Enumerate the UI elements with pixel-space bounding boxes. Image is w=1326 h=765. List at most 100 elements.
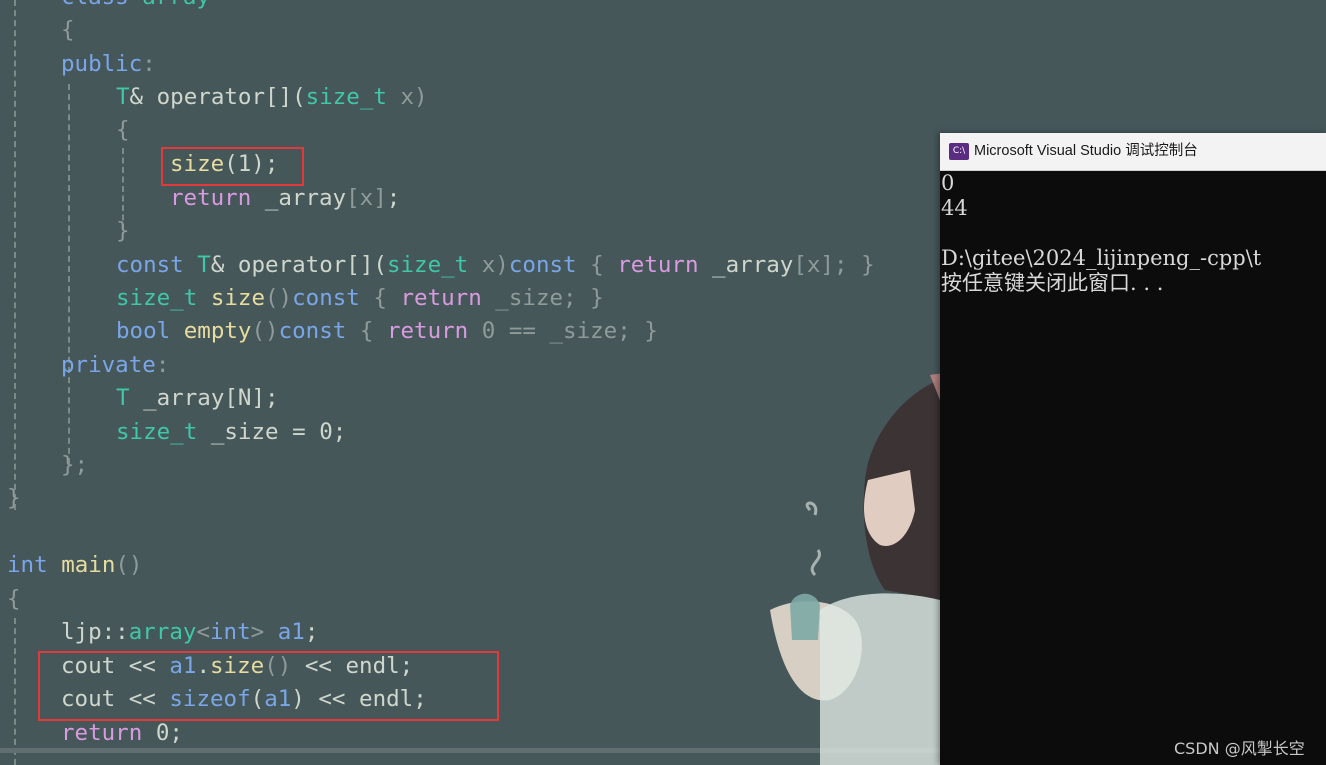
indent-guide bbox=[14, 0, 16, 510]
code-token: { bbox=[576, 252, 618, 278]
code-token: size_t bbox=[116, 419, 198, 445]
code-token: _size; } bbox=[481, 285, 604, 311]
code-token: const bbox=[278, 318, 347, 344]
indent-guide bbox=[68, 84, 70, 464]
code-token: size_t bbox=[386, 252, 469, 278]
code-token: size_t bbox=[116, 285, 198, 311]
console-titlebar[interactable]: C:\ Microsoft Visual Studio 调试控制台 bbox=[940, 133, 1326, 171]
indent-guide bbox=[14, 618, 16, 765]
console-output-line: D:\gitee\2024_lijinpeng_-cpp\t bbox=[941, 246, 1262, 270]
code-token: array bbox=[128, 619, 197, 645]
code-token: return bbox=[61, 720, 143, 746]
code-line[interactable]: { bbox=[116, 114, 130, 147]
code-line[interactable]: int main() bbox=[7, 549, 142, 582]
code-token: > bbox=[250, 619, 278, 645]
code-token: & operator[]( bbox=[129, 84, 306, 110]
code-token: class bbox=[61, 0, 129, 10]
code-token: empty bbox=[183, 318, 252, 344]
code-line[interactable]: public: bbox=[61, 48, 156, 81]
code-token: return bbox=[170, 185, 252, 211]
code-token: T bbox=[197, 252, 211, 278]
console-output-line: 44 bbox=[941, 196, 968, 220]
code-token: const bbox=[116, 252, 184, 278]
highlight-box-cout-lines bbox=[38, 651, 499, 721]
code-token: main bbox=[61, 552, 116, 578]
code-token: _array bbox=[698, 252, 794, 278]
code-token: return bbox=[400, 285, 482, 311]
visual-studio-console-icon: C:\ bbox=[949, 143, 969, 160]
anime-girl-illustration bbox=[770, 373, 940, 765]
code-line[interactable]: class array bbox=[61, 0, 210, 14]
code-line[interactable]: { bbox=[61, 14, 75, 47]
csdn-watermark: CSDN @风掣长空 bbox=[1174, 739, 1305, 758]
code-token: & operator[]( bbox=[210, 252, 387, 278]
console-title: Microsoft Visual Studio 调试控制台 bbox=[974, 143, 1198, 159]
code-token: size bbox=[210, 285, 266, 311]
code-line[interactable]: T _array[N]; bbox=[116, 382, 279, 415]
code-token: [x] bbox=[793, 252, 834, 278]
code-token: x) bbox=[386, 84, 428, 110]
code-token: ; bbox=[304, 619, 319, 645]
console-output-line: 0 bbox=[941, 171, 955, 195]
code-token: { bbox=[116, 117, 130, 143]
code-token: }; bbox=[61, 452, 89, 478]
code-token: return bbox=[386, 318, 469, 344]
code-token: 0 == _size; } bbox=[468, 318, 658, 344]
code-token: [x] bbox=[346, 185, 387, 211]
code-token: () bbox=[251, 318, 279, 344]
code-token: T bbox=[116, 385, 130, 411]
code-token: { bbox=[61, 17, 75, 43]
code-token: < bbox=[196, 619, 211, 645]
code-token: const bbox=[508, 252, 577, 278]
code-line[interactable]: } bbox=[116, 215, 130, 248]
code-token: 0; bbox=[142, 720, 183, 746]
code-token: { bbox=[7, 586, 21, 612]
code-token: { bbox=[359, 285, 401, 311]
code-token: x) bbox=[468, 252, 509, 278]
code-line[interactable]: size_t size()const { return _size; } bbox=[116, 282, 604, 315]
code-line[interactable]: private: bbox=[61, 349, 169, 382]
code-token: _size = 0; bbox=[197, 419, 347, 445]
code-line[interactable]: size_t _size = 0; bbox=[116, 416, 346, 449]
code-token: _array[N]; bbox=[129, 385, 279, 411]
code-token: public bbox=[61, 51, 143, 77]
code-line[interactable]: }; bbox=[61, 449, 88, 482]
code-token: () bbox=[115, 552, 143, 578]
code-token: { bbox=[346, 318, 387, 344]
code-token: const bbox=[292, 285, 360, 311]
code-token: } bbox=[7, 485, 21, 511]
code-token: ljp:: bbox=[61, 619, 129, 645]
code-token: ; bbox=[386, 185, 401, 211]
debug-console-window[interactable]: C:\ Microsoft Visual Studio 调试控制台 0 44 D… bbox=[940, 133, 1326, 765]
code-token: bool bbox=[116, 318, 171, 344]
code-token: size_t bbox=[305, 84, 387, 110]
console-output-line: 按任意键关闭此窗口. . . bbox=[941, 271, 1164, 295]
code-line[interactable]: bool empty()const { return 0 == _size; } bbox=[116, 315, 658, 348]
code-line[interactable]: } bbox=[7, 482, 21, 515]
code-token: T bbox=[116, 84, 130, 110]
code-line[interactable]: const T& operator[](size_t x)const { ret… bbox=[116, 249, 875, 282]
code-token: : bbox=[155, 352, 170, 378]
code-token: array bbox=[142, 0, 210, 10]
code-token: private bbox=[61, 352, 156, 378]
code-token: } bbox=[116, 218, 130, 244]
code-line[interactable]: return _array[x]; bbox=[170, 182, 400, 215]
code-token: ; } bbox=[833, 252, 875, 278]
code-token: : bbox=[142, 51, 156, 77]
code-line[interactable]: T& operator[](size_t x) bbox=[116, 81, 428, 114]
code-token: _array bbox=[251, 185, 347, 211]
code-token: int bbox=[7, 552, 48, 578]
code-line[interactable]: { bbox=[7, 583, 21, 616]
code-line[interactable]: return 0; bbox=[61, 717, 183, 750]
code-token: a1 bbox=[277, 619, 305, 645]
highlight-box-size-call bbox=[161, 147, 304, 186]
code-line[interactable]: ljp::array<int> a1; bbox=[61, 616, 318, 649]
code-token: () bbox=[265, 285, 293, 311]
code-token: int bbox=[210, 619, 251, 645]
code-token: return bbox=[617, 252, 699, 278]
